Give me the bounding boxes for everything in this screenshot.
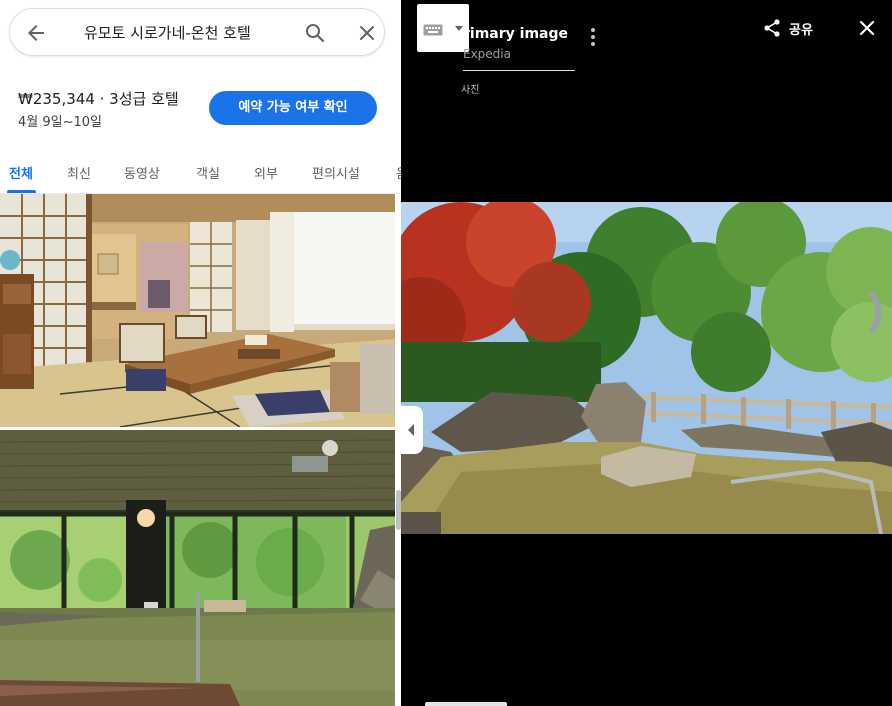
share-button[interactable]: 공유 <box>763 18 813 38</box>
tab-latest[interactable]: 최신 <box>67 163 91 182</box>
title-divider <box>463 70 575 71</box>
input-tools-button[interactable] <box>417 4 469 52</box>
tab-amenities[interactable]: 편의시설 <box>312 163 360 182</box>
close-icon[interactable] <box>355 21 379 45</box>
close-viewer-icon[interactable] <box>857 18 877 38</box>
search-box[interactable]: 유모토 시로가네-온천 호텔 <box>9 8 385 56</box>
search-input[interactable]: 유모토 시로가네-온천 호텔 <box>84 22 251 43</box>
stay-dates[interactable]: 4월 9일~10일 <box>18 111 102 130</box>
price-rating: ₩235,344 · 3성급 호텔 <box>18 90 179 108</box>
photo-tile-room[interactable] <box>0 194 395 427</box>
share-label: 공유 <box>789 23 813 38</box>
image-source-link[interactable]: Expedia <box>463 47 511 61</box>
collapse-arrow-icon <box>408 424 414 436</box>
main-photo[interactable] <box>401 202 892 534</box>
app: 유모토 시로가네-온천 호텔 ₩235,344 · 3성급 호텔 4월 9일~1… <box>0 0 892 706</box>
search-icon[interactable] <box>303 21 327 45</box>
place-panel: 유모토 시로가네-온천 호텔 ₩235,344 · 3성급 호텔 4월 9일~1… <box>0 0 401 706</box>
tab-rooms[interactable]: 객실 <box>196 163 220 182</box>
share-icon <box>764 19 780 37</box>
photo-viewer: rimary image Expedia 사진 공유 <box>401 0 892 706</box>
tab-videos[interactable]: 동영상 <box>124 163 160 182</box>
photo-tabs: 전체 최신 동영상 객실 외부 편의시설 음 <box>0 150 401 194</box>
back-arrow-icon[interactable] <box>24 21 48 45</box>
image-caption: 사진 <box>461 85 480 96</box>
collapse-panel-button[interactable] <box>401 406 423 454</box>
keyboard-icon <box>423 24 443 36</box>
check-availability-button[interactable]: 예약 가능 여부 확인 <box>209 91 377 125</box>
tab-all[interactable]: 전체 <box>9 163 33 182</box>
tab-exterior[interactable]: 외부 <box>254 163 278 182</box>
image-title: rimary image <box>463 26 568 42</box>
photo-tile-indoor-bath[interactable] <box>0 430 395 706</box>
dropdown-arrow-icon <box>455 26 463 31</box>
more-vert-icon[interactable] <box>585 27 601 47</box>
thumbnail-strip[interactable] <box>425 702 507 706</box>
active-tab-indicator <box>7 190 36 193</box>
